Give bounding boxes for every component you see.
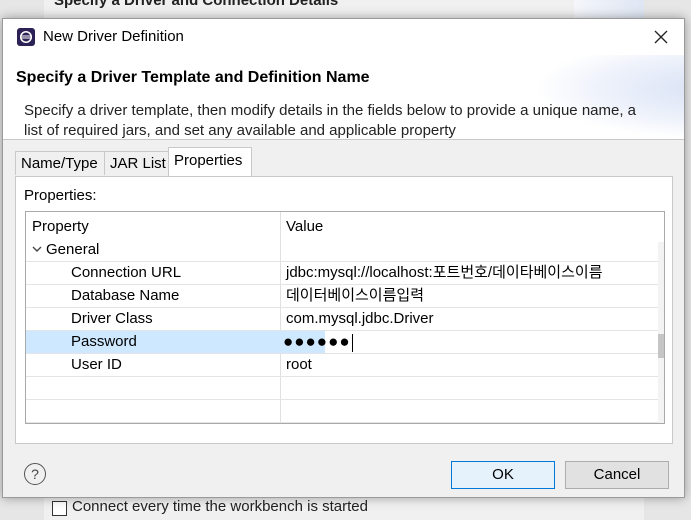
- tree-group-general[interactable]: General: [26, 239, 659, 262]
- table-row[interactable]: Connection URL jdbc:mysql://localhost:포트…: [26, 262, 659, 285]
- parent-header-art: [574, 0, 644, 18]
- chevron-down-icon[interactable]: [32, 240, 46, 261]
- dialog-title: New Driver Definition: [43, 28, 184, 45]
- connect-on-start-checkbox[interactable]: [52, 501, 67, 516]
- table-row-selected[interactable]: Password ●●●●●●: [26, 331, 659, 354]
- header-separator: [3, 139, 684, 140]
- properties-panel: Properties: Property Value General Conne…: [15, 176, 673, 444]
- parent-window-footer: Connect every time the workbench is star…: [44, 496, 644, 520]
- group-label: General: [46, 241, 100, 258]
- help-icon[interactable]: ?: [24, 463, 46, 485]
- tab-name-type[interactable]: Name/Type: [15, 151, 105, 175]
- table-header: Property Value: [26, 212, 659, 242]
- column-header-value[interactable]: Value: [281, 212, 664, 242]
- table-row-empty: [26, 377, 659, 400]
- new-driver-definition-dialog: New Driver Definition Specify a Driver T…: [2, 18, 685, 498]
- tab-properties[interactable]: Properties: [168, 147, 252, 176]
- vertical-scrollbar[interactable]: [658, 242, 664, 423]
- close-button[interactable]: [638, 19, 684, 55]
- cancel-button[interactable]: Cancel: [565, 461, 669, 489]
- properties-table: Property Value General Connection URL jd…: [25, 211, 665, 424]
- column-header-property[interactable]: Property: [26, 212, 286, 242]
- scrollbar-thumb[interactable]: [658, 334, 664, 358]
- tab-jar-list[interactable]: JAR List: [104, 151, 169, 175]
- property-value[interactable]: com.mysql.jdbc.Driver: [281, 308, 664, 330]
- dialog-titlebar[interactable]: New Driver Definition: [3, 19, 684, 55]
- property-value[interactable]: root: [281, 354, 664, 376]
- header-description: Specify a driver template, then modify d…: [24, 102, 637, 139]
- parent-window-header: Specify a Driver and Connection Details: [44, 0, 644, 18]
- table-row[interactable]: Driver Class com.mysql.jdbc.Driver: [26, 308, 659, 331]
- ok-button[interactable]: OK: [451, 461, 555, 489]
- table-row[interactable]: Database Name 데이터베이스이름입력: [26, 285, 659, 308]
- header-title: Specify a Driver Template and Definition…: [16, 69, 370, 86]
- password-input[interactable]: ●●●●●●: [281, 331, 353, 353]
- wizard-header: Specify a Driver Template and Definition…: [3, 55, 684, 139]
- property-value[interactable]: jdbc:mysql://localhost:포트번호/데이타베이스이름: [281, 262, 664, 284]
- properties-label: Properties:: [24, 187, 97, 204]
- parent-window-title: Specify a Driver and Connection Details: [54, 0, 339, 9]
- group-cell: General: [26, 239, 280, 261]
- eclipse-icon: [17, 28, 35, 46]
- connect-on-start-label: Connect every time the workbench is star…: [72, 498, 368, 515]
- table-row[interactable]: User ID root: [26, 354, 659, 377]
- property-value[interactable]: 데이터베이스이름입력: [281, 285, 664, 307]
- text-caret: [351, 333, 353, 352]
- close-icon: [654, 30, 668, 44]
- table-row-empty: [26, 400, 659, 423]
- password-editor[interactable]: ●●●●●●: [281, 331, 659, 353]
